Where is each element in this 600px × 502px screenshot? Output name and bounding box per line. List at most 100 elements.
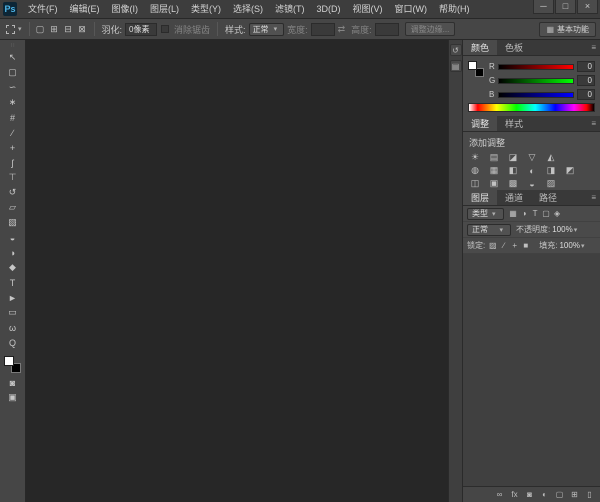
lasso-tool[interactable]: ∽	[3, 80, 23, 95]
quick-mask-button[interactable]: ◙	[3, 375, 23, 390]
lock-transparent-pixels-icon[interactable]: ▨	[487, 240, 498, 251]
delete-layer-icon[interactable]: ▯	[583, 489, 596, 501]
color-spectrum-ramp[interactable]	[468, 103, 595, 112]
history-panel-icon[interactable]: ↺	[450, 44, 462, 56]
lock-image-pixels-icon[interactable]: ∕	[498, 240, 509, 251]
channel-mixer-icon[interactable]: ◨	[545, 165, 557, 176]
menu-item[interactable]: 编辑(E)	[64, 0, 106, 18]
marquee-tool-preset-icon[interactable]	[6, 25, 15, 34]
brush-tool[interactable]: ʃ	[3, 155, 23, 170]
panel-menu-icon[interactable]: ≡	[587, 40, 600, 55]
quick-selection-tool[interactable]: ∗	[3, 95, 23, 110]
green-slider[interactable]	[498, 78, 574, 84]
type-tool[interactable]: T	[3, 275, 23, 290]
lock-position-icon[interactable]: +	[509, 240, 520, 251]
menu-item[interactable]: 3D(D)	[311, 0, 347, 18]
tab-layers[interactable]: 图层	[463, 190, 497, 205]
hue-saturation-icon[interactable]: ◍	[469, 165, 481, 176]
brightness-contrast-icon[interactable]: ☀	[469, 152, 481, 163]
color-swatches[interactable]	[4, 356, 21, 373]
subtract-from-selection-icon[interactable]: ⊟	[62, 23, 75, 36]
curves-icon[interactable]: ◪	[507, 152, 519, 163]
filter-adjustment-layers-icon[interactable]: ◑	[519, 208, 530, 219]
menu-item[interactable]: 帮助(H)	[433, 0, 476, 18]
chevron-down-icon[interactable]: ▾	[574, 226, 578, 234]
menu-item[interactable]: 滤镜(T)	[269, 0, 311, 18]
rectangle-tool[interactable]: ▭	[3, 305, 23, 320]
new-group-icon[interactable]: ▢	[553, 489, 566, 501]
selective-color-icon[interactable]: ▨	[545, 178, 557, 189]
menu-item[interactable]: 图层(L)	[144, 0, 185, 18]
zoom-tool[interactable]: Q	[3, 335, 23, 350]
red-value-input[interactable]: 0	[577, 61, 595, 72]
color-panel-swatches[interactable]	[468, 61, 484, 77]
workspace-switcher-button[interactable]: ▦ 基本功能	[539, 22, 596, 37]
clone-stamp-tool[interactable]: ⊤	[3, 170, 23, 185]
tab-styles[interactable]: 样式	[497, 116, 531, 131]
color-lookup-icon[interactable]: ◩	[564, 165, 576, 176]
tab-channels[interactable]: 通道	[497, 190, 531, 205]
filter-smart-objects-icon[interactable]: ◈	[552, 208, 563, 219]
photo-filter-icon[interactable]: ◐	[526, 165, 538, 176]
link-layers-icon[interactable]: ∞	[493, 489, 506, 501]
menu-item[interactable]: 窗口(W)	[389, 0, 434, 18]
tab-adjustments[interactable]: 调整	[463, 116, 497, 131]
threshold-icon[interactable]: ▩	[507, 178, 519, 189]
add-to-selection-icon[interactable]: ⊞	[48, 23, 61, 36]
tab-swatches[interactable]: 色板	[497, 40, 531, 55]
blue-value-input[interactable]: 0	[577, 89, 595, 100]
dodge-tool[interactable]: ◑	[3, 245, 23, 260]
canvas-area[interactable]	[26, 40, 448, 502]
foreground-color-swatch[interactable]	[468, 61, 477, 70]
menu-item[interactable]: 类型(Y)	[185, 0, 227, 18]
menu-item[interactable]: 文件(F)	[22, 0, 64, 18]
fill-value[interactable]: 100%	[559, 241, 579, 250]
add-layer-mask-icon[interactable]: ◙	[523, 489, 536, 501]
opacity-value[interactable]: 100%	[552, 225, 572, 234]
close-button[interactable]: ×	[577, 0, 598, 14]
filter-shape-layers-icon[interactable]: ▢	[541, 208, 552, 219]
layer-style-icon[interactable]: fx	[508, 489, 521, 501]
levels-icon[interactable]: ▤	[488, 152, 500, 163]
black-white-icon[interactable]: ◧	[507, 165, 519, 176]
new-layer-icon[interactable]: ⊞	[568, 489, 581, 501]
color-balance-icon[interactable]: ▦	[488, 165, 500, 176]
exposure-icon[interactable]: ▽	[526, 152, 538, 163]
minimize-button[interactable]: ─	[533, 0, 554, 14]
filter-type-layers-icon[interactable]: T	[530, 208, 541, 219]
layer-filter-select[interactable]: 类型 ▾	[467, 208, 504, 220]
blur-tool[interactable]: ◒	[3, 230, 23, 245]
eraser-tool[interactable]: ▱	[3, 200, 23, 215]
foreground-color-swatch[interactable]	[4, 356, 14, 366]
green-value-input[interactable]: 0	[577, 75, 595, 86]
properties-panel-icon[interactable]: ▤	[450, 60, 462, 72]
red-slider[interactable]	[498, 64, 574, 70]
spot-healing-brush-tool[interactable]: +	[3, 140, 23, 155]
new-selection-icon[interactable]: ▢	[34, 23, 47, 36]
feather-input[interactable]: 0像素	[125, 23, 157, 36]
blend-mode-select[interactable]: 正常 ▾	[467, 224, 511, 236]
menu-item[interactable]: 视图(V)	[347, 0, 389, 18]
panel-menu-icon[interactable]: ≡	[587, 116, 600, 131]
screen-mode-button[interactable]: ▣	[3, 390, 23, 405]
pen-tool[interactable]: ◆	[3, 260, 23, 275]
intersect-selection-icon[interactable]: ⊠	[76, 23, 89, 36]
crop-tool[interactable]: #	[3, 110, 23, 125]
invert-icon[interactable]: ◫	[469, 178, 481, 189]
tab-color[interactable]: 颜色	[463, 40, 497, 55]
menu-item[interactable]: 图像(I)	[106, 0, 145, 18]
gradient-tool[interactable]: ▧	[3, 215, 23, 230]
maximize-button[interactable]: □	[555, 0, 576, 14]
menu-item[interactable]: 选择(S)	[227, 0, 269, 18]
posterize-icon[interactable]: ▣	[488, 178, 500, 189]
eyedropper-tool[interactable]: ∕	[3, 125, 23, 140]
panel-menu-icon[interactable]: ≡	[587, 190, 600, 205]
filter-pixel-layers-icon[interactable]: ▦	[508, 208, 519, 219]
style-select[interactable]: 正常 ▾	[249, 23, 285, 36]
chevron-down-icon[interactable]: ▾	[18, 25, 22, 33]
hand-tool[interactable]: ω	[3, 320, 23, 335]
lock-all-icon[interactable]: ■	[520, 240, 531, 251]
layers-list[interactable]	[463, 254, 600, 486]
tab-paths[interactable]: 路径	[531, 190, 565, 205]
blue-slider[interactable]	[498, 92, 574, 98]
